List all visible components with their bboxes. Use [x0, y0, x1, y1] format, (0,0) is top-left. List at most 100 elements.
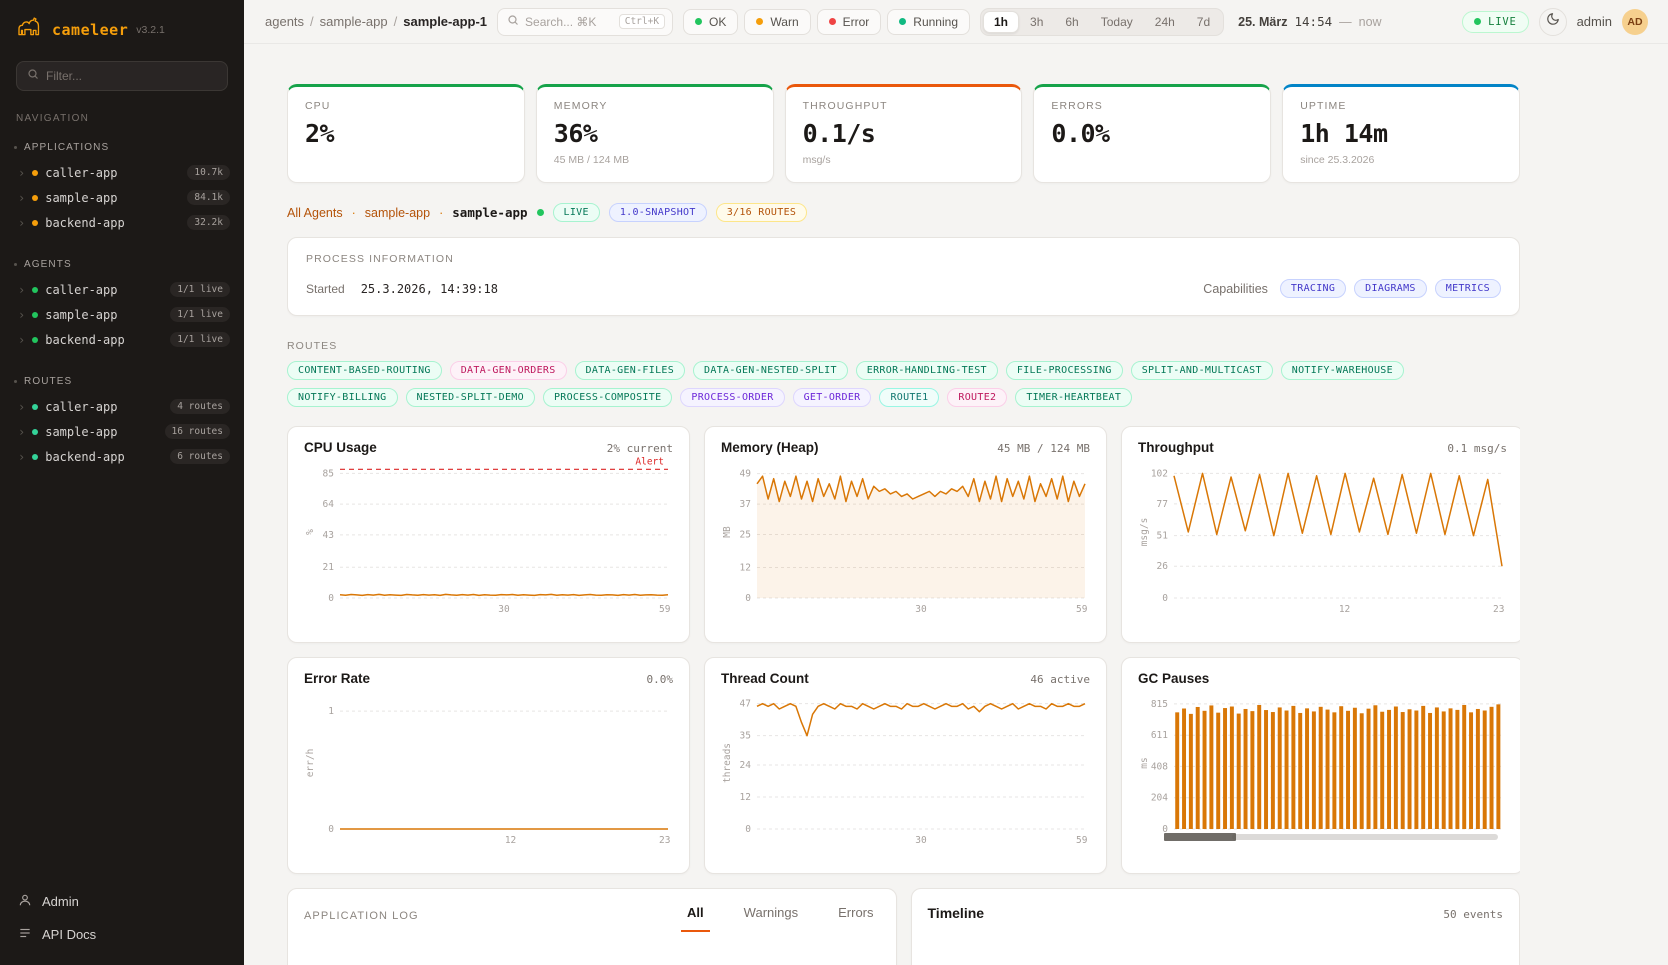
- breadcrumb-separator: /: [310, 14, 314, 29]
- error-rate-chart: 01err/h1223: [304, 688, 673, 846]
- kpi-card-uptime: UPTIME 1h 14m since 25.3.2026: [1282, 84, 1520, 183]
- timeline-title: Timeline: [928, 905, 985, 921]
- search-input[interactable]: [525, 15, 613, 29]
- section-header-agents[interactable]: AGENTS: [0, 255, 244, 277]
- log-tab-warnings[interactable]: Warnings: [738, 905, 804, 932]
- route-pill[interactable]: DATA-GEN-FILES: [575, 361, 686, 380]
- global-search[interactable]: Ctrl+K: [497, 8, 673, 36]
- sidebar-item-routes-sample-app[interactable]: › sample-app 16 routes: [0, 419, 244, 444]
- application-log-card: APPLICATION LOG All Warnings Errors: [287, 888, 897, 965]
- route-pill[interactable]: NOTIFY-WAREHOUSE: [1281, 361, 1404, 380]
- sidebar-item-label: caller-app: [45, 400, 163, 414]
- breadcrumb-agents[interactable]: agents: [265, 14, 304, 29]
- route-pill[interactable]: DATA-GEN-ORDERS: [450, 361, 567, 380]
- log-tab-all[interactable]: All: [681, 905, 710, 932]
- context-link-all-agents[interactable]: All Agents: [287, 206, 343, 220]
- filter-ok[interactable]: OK: [683, 9, 738, 35]
- svg-text:msg/s: msg/s: [1139, 518, 1150, 547]
- avatar[interactable]: AD: [1622, 9, 1648, 35]
- filter-running[interactable]: Running: [887, 9, 970, 35]
- status-dot-icon: [32, 312, 38, 318]
- route-pill[interactable]: NESTED-SPLIT-DEMO: [406, 388, 535, 407]
- log-tab-errors[interactable]: Errors: [832, 905, 879, 932]
- chevron-right-icon: ›: [18, 167, 25, 179]
- theme-toggle-button[interactable]: [1539, 8, 1567, 36]
- status-dot-icon: [32, 454, 38, 460]
- camel-logo-icon: [16, 16, 44, 43]
- sidebar-item-agent-caller-app[interactable]: › caller-app 1/1 live: [0, 277, 244, 302]
- route-pill[interactable]: PROCESS-ORDER: [680, 388, 784, 407]
- cpu-usage-chart: 021436485%3059Alert: [304, 457, 673, 615]
- memory-heap-chart: 012253749MB3059: [721, 457, 1090, 615]
- logo: cameleer v3.2.1: [0, 0, 244, 55]
- section-header-routes[interactable]: ROUTES: [0, 372, 244, 394]
- sidebar-item-routes-backend-app[interactable]: › backend-app 6 routes: [0, 444, 244, 469]
- chart-card-throughput: Throughput 0.1 msg/s 0265177102msg/s1223: [1121, 426, 1520, 643]
- sidebar-item-caller-app[interactable]: › caller-app 10.7k: [0, 160, 244, 185]
- route-pill[interactable]: FILE-PROCESSING: [1006, 361, 1123, 380]
- sidebar-item-agent-sample-app[interactable]: › sample-app 1/1 live: [0, 302, 244, 327]
- sidebar-item-api-docs[interactable]: API Docs: [18, 926, 226, 943]
- svg-text:49: 49: [740, 469, 752, 480]
- sidebar-item-routes-caller-app[interactable]: › caller-app 4 routes: [0, 394, 244, 419]
- sidebar-item-badge: 1/1 live: [170, 307, 230, 322]
- filter-warn[interactable]: Warn: [744, 9, 810, 35]
- time-range-1h[interactable]: 1h: [983, 11, 1019, 33]
- time-range-3h[interactable]: 3h: [1019, 11, 1054, 33]
- sidebar-filter-input[interactable]: [46, 69, 217, 83]
- sidebar-item-backend-app[interactable]: › backend-app 32.2k: [0, 210, 244, 235]
- svg-text:30: 30: [915, 604, 927, 615]
- svg-text:threads: threads: [722, 743, 733, 783]
- kpi-card-errors: ERRORS 0.0%: [1033, 84, 1271, 183]
- breadcrumb-sample-app[interactable]: sample-app: [320, 14, 388, 29]
- context-separator: ·: [439, 206, 443, 220]
- context-link-sample-app[interactable]: sample-app: [365, 206, 430, 220]
- sidebar-item-sample-app[interactable]: › sample-app 84.1k: [0, 185, 244, 210]
- chart-current-value: 0.0%: [647, 673, 674, 686]
- sidebar-filter[interactable]: [16, 61, 228, 91]
- route-pill[interactable]: TIMER-HEARTBEAT: [1015, 388, 1132, 407]
- svg-text:23: 23: [659, 835, 670, 846]
- status-dot-icon: [32, 429, 38, 435]
- sidebar-item-admin[interactable]: Admin: [18, 893, 226, 910]
- live-toggle[interactable]: LIVE: [1462, 11, 1529, 33]
- route-pill[interactable]: CONTENT-BASED-ROUTING: [287, 361, 442, 380]
- svg-text:815: 815: [1151, 699, 1168, 710]
- time-range-today[interactable]: Today: [1090, 11, 1144, 33]
- route-pill[interactable]: SPLIT-AND-MULTICAST: [1131, 361, 1273, 380]
- ok-dot-icon: [695, 18, 702, 25]
- route-pill[interactable]: PROCESS-COMPOSITE: [543, 388, 672, 407]
- agent-version-badge: 1.0-SNAPSHOT: [609, 203, 707, 222]
- charts-grid: CPU Usage 2% current 021436485%3059Alert…: [287, 426, 1520, 874]
- chart-current-value: 46 active: [1030, 673, 1090, 686]
- time-range-7d[interactable]: 7d: [1186, 11, 1221, 33]
- svg-text:23: 23: [1493, 604, 1504, 615]
- route-pill[interactable]: NOTIFY-BILLING: [287, 388, 398, 407]
- username-label: admin: [1577, 14, 1612, 29]
- route-pill[interactable]: ROUTE2: [947, 388, 1007, 407]
- admin-icon: [18, 893, 32, 910]
- svg-text:85: 85: [323, 468, 334, 479]
- status-dot-icon: [32, 170, 38, 176]
- svg-text:12: 12: [505, 835, 516, 846]
- svg-text:0: 0: [328, 593, 334, 604]
- route-pill[interactable]: ERROR-HANDLING-TEST: [856, 361, 998, 380]
- route-pill[interactable]: GET-ORDER: [793, 388, 872, 407]
- route-pill[interactable]: ROUTE1: [879, 388, 939, 407]
- sidebar-item-badge: 6 routes: [170, 449, 230, 464]
- date-label: 25. März: [1238, 15, 1287, 29]
- time-range-6h[interactable]: 6h: [1054, 11, 1089, 33]
- kpi-label: MEMORY: [554, 100, 756, 112]
- filter-error[interactable]: Error: [817, 9, 882, 35]
- kpi-label: UPTIME: [1300, 100, 1502, 112]
- route-pill[interactable]: DATA-GEN-NESTED-SPLIT: [693, 361, 848, 380]
- time-range-24h[interactable]: 24h: [1144, 11, 1186, 33]
- sidebar-item-badge: 1/1 live: [170, 282, 230, 297]
- breadcrumb-current: sample-app-1: [403, 14, 487, 29]
- section-header-applications[interactable]: APPLICATIONS: [0, 138, 244, 160]
- process-information-card: PROCESS INFORMATION Started 25.3.2026, 1…: [287, 237, 1520, 316]
- svg-text:43: 43: [323, 530, 334, 541]
- sidebar-item-agent-backend-app[interactable]: › backend-app 1/1 live: [0, 327, 244, 352]
- search-icon: [27, 67, 39, 85]
- svg-text:0: 0: [745, 593, 751, 604]
